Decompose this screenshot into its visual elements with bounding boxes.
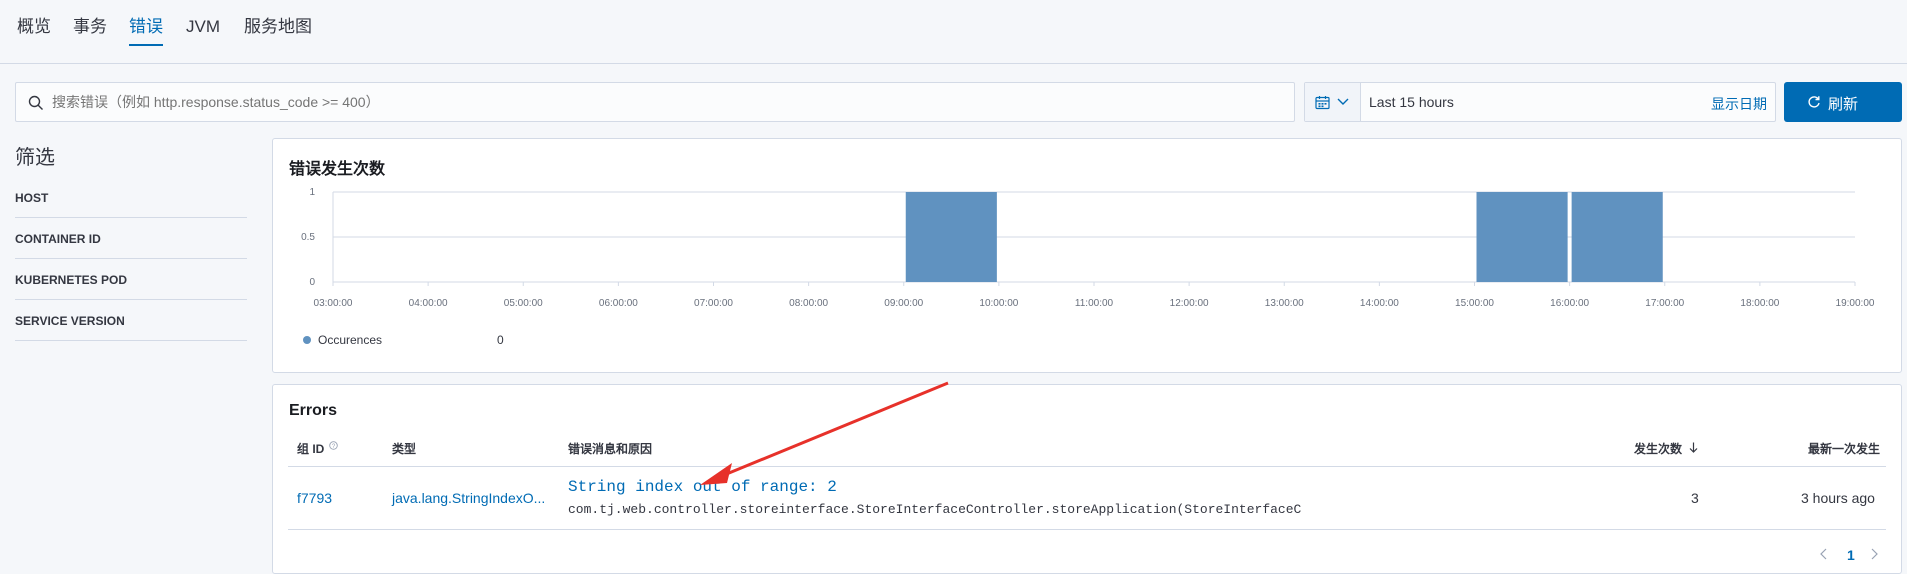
tab-errors[interactable]: 错误 xyxy=(129,16,163,46)
x-tick-label: 11:00:00 xyxy=(1075,298,1114,309)
quick-select-button[interactable] xyxy=(1305,83,1361,121)
error-culprit: com.tj.web.controller.storeinterface.Sto… xyxy=(568,502,1302,517)
x-tick-label: 12:00:00 xyxy=(1170,298,1209,309)
error-occurrences-chart: 0 0.5 1 03:00:00 04:00:00 05:00:00 06:00:00 07:… xyxy=(301,187,1875,309)
error-type-link[interactable]: java.lang.StringIndexO... xyxy=(392,490,545,506)
legend-series-name[interactable]: Occurences xyxy=(318,333,382,347)
chart-title: 错误发生次数 xyxy=(289,161,386,178)
x-tick-label: 08:00:00 xyxy=(789,298,828,309)
error-occurrences-count: 3 xyxy=(1691,490,1699,506)
search-bar xyxy=(15,82,1295,122)
tab-overview[interactable]: 概览 xyxy=(17,16,51,46)
tab-jvm[interactable]: JVM xyxy=(186,16,220,46)
chart-bar xyxy=(1476,192,1568,282)
filter-container-id[interactable]: CONTAINER ID xyxy=(15,218,247,259)
error-latest-occurrence: 3 hours ago xyxy=(1801,490,1875,506)
x-tick-label: 17:00:00 xyxy=(1645,298,1684,309)
legend-dot xyxy=(303,336,311,344)
x-tick-label: 04:00:00 xyxy=(409,298,448,309)
chart-bar xyxy=(1571,192,1663,282)
show-dates-link[interactable]: 显示日期 xyxy=(1711,94,1767,114)
x-tick-label: 09:00:00 xyxy=(884,298,923,309)
errors-panel xyxy=(272,384,1902,574)
x-tick-label: 18:00:00 xyxy=(1740,298,1779,309)
x-tick-label: 06:00:00 xyxy=(599,298,638,309)
chart-bar xyxy=(905,192,997,282)
x-tick-label: 19:00:00 xyxy=(1836,298,1875,309)
error-message-link[interactable]: String index out of range: 2 xyxy=(568,478,837,496)
errors-title: Errors xyxy=(289,402,338,419)
x-tick-label: 13:00:00 xyxy=(1265,298,1304,309)
col-group-id[interactable]: 组 ID xyxy=(297,440,324,457)
refresh-icon xyxy=(1808,96,1820,108)
x-tick-label: 05:00:00 xyxy=(504,298,543,309)
col-type[interactable]: 类型 xyxy=(392,440,416,457)
pagination-current-page[interactable]: 1 xyxy=(1847,547,1855,563)
x-tick-label: 03:00:00 xyxy=(314,298,353,309)
x-tick-label: 10:00:00 xyxy=(979,298,1018,309)
chevron-right-icon[interactable] xyxy=(1870,548,1878,560)
table-header-divider xyxy=(288,466,1886,467)
x-tick-label: 16:00:00 xyxy=(1550,298,1589,309)
table-row-divider xyxy=(288,529,1886,530)
y-tick-label: 0 xyxy=(309,277,315,288)
y-tick-label: 0.5 xyxy=(301,232,315,243)
legend-series-value: 0 xyxy=(497,333,504,347)
calendar-icon xyxy=(1315,96,1330,110)
sort-arrow-down-icon xyxy=(1689,442,1698,453)
top-tab-bar: 概览 事务 错误 JVM 服务地图 xyxy=(0,0,1907,64)
search-input[interactable] xyxy=(52,83,1282,121)
col-message[interactable]: 错误消息和原因 xyxy=(568,440,652,457)
y-tick-label: 1 xyxy=(309,187,315,198)
refresh-button[interactable]: 刷新 xyxy=(1784,82,1902,122)
date-picker: Last 15 hours 显示日期 xyxy=(1304,82,1776,122)
x-tick-label: 07:00:00 xyxy=(694,298,733,309)
chevron-down-icon xyxy=(1337,98,1349,105)
tab-transactions[interactable]: 事务 xyxy=(73,16,107,46)
search-icon xyxy=(28,95,43,110)
error-group-id-link[interactable]: f7793 xyxy=(297,490,332,506)
x-tick-label: 15:00:00 xyxy=(1455,298,1494,309)
filter-kubernetes-pod[interactable]: KUBERNETES POD xyxy=(15,259,247,300)
chevron-left-icon[interactable] xyxy=(1820,548,1828,560)
col-occurrences[interactable]: 发生次数 xyxy=(1634,440,1682,457)
date-range-text[interactable]: Last 15 hours xyxy=(1369,94,1454,110)
tab-service-map[interactable]: 服务地图 xyxy=(244,16,312,46)
filter-service-version[interactable]: SERVICE VERSION xyxy=(15,300,247,341)
col-latest[interactable]: 最新一次发生 xyxy=(1808,440,1880,457)
x-tick-label: 14:00:00 xyxy=(1360,298,1399,309)
info-icon[interactable]: ? xyxy=(329,441,338,450)
refresh-label: 刷新 xyxy=(1828,96,1859,113)
filters-title: 筛选 xyxy=(15,147,55,169)
filter-host[interactable]: HOST xyxy=(15,177,247,218)
